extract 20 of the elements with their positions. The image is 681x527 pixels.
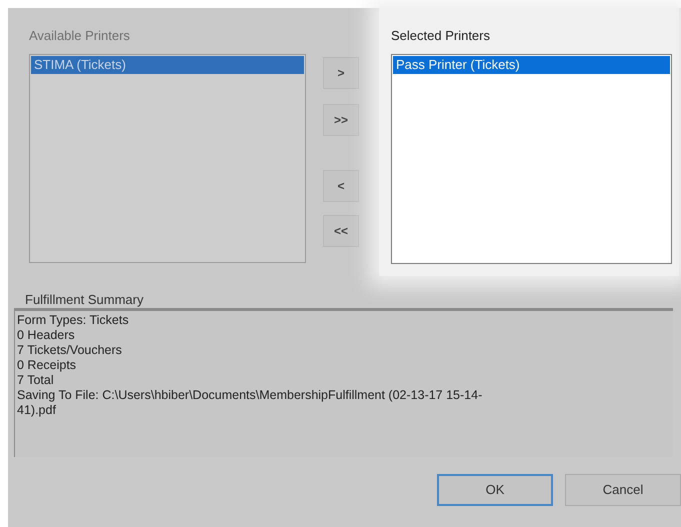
section-label: Fulfillment Summary xyxy=(25,291,144,306)
dialog-button[interactable]: OK xyxy=(437,474,553,506)
printer-list[interactable]: STIMA (Tickets) xyxy=(29,54,306,263)
summary-line: Saving To File: C:\Users\hbiber\Documents\MembershipFulfillment (02-13-17 15-14- xyxy=(17,388,482,403)
dialog-button[interactable]: Cancel xyxy=(565,474,681,506)
summary-line: 41).pdf xyxy=(17,403,56,418)
summary-line: Form Types: Tickets xyxy=(17,313,129,328)
panel-label: Selected Printers xyxy=(391,27,491,45)
move-button[interactable]: >> xyxy=(323,104,359,136)
move-button[interactable]: < xyxy=(323,170,359,202)
summary-line: 0 Headers xyxy=(17,328,75,343)
move-button[interactable]: << xyxy=(323,215,359,247)
panel-label: Available Printers xyxy=(29,27,131,45)
summary-line: 7 Tickets/Vouchers xyxy=(17,343,122,358)
printer-item[interactable]: Pass Printer (Tickets) xyxy=(393,56,670,74)
printer-list[interactable]: Pass Printer (Tickets) xyxy=(391,54,672,264)
move-button[interactable]: > xyxy=(323,57,359,89)
summary-line: 7 Total xyxy=(17,373,54,388)
printer-item[interactable]: STIMA (Tickets) xyxy=(31,56,304,74)
summary-line: 0 Receipts xyxy=(17,358,76,373)
